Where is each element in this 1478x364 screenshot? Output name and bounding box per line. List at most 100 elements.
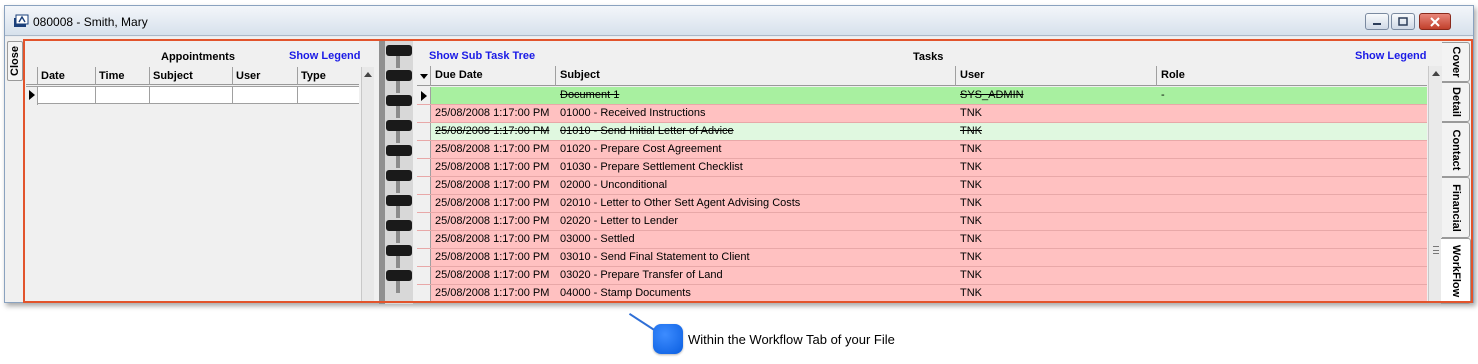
- task-user: SYS_ADMIN: [960, 89, 1024, 101]
- row-selector[interactable]: [417, 249, 431, 266]
- close-panel-tab[interactable]: Close: [7, 41, 23, 81]
- task-role: [1157, 249, 1427, 266]
- task-role: -: [1161, 89, 1165, 101]
- task-row[interactable]: 25/08/2008 1:17:00 PM 04000 - Stamp Docum…: [417, 285, 1427, 303]
- task-row[interactable]: 25/08/2008 1:17:00 PM 03010 - Send Final …: [417, 249, 1427, 267]
- task-user: TNK: [960, 215, 982, 227]
- row-selector[interactable]: [417, 87, 431, 104]
- task-role: [1157, 285, 1427, 302]
- tab-contact[interactable]: Contact: [1442, 122, 1470, 177]
- tab-cover[interactable]: Cover: [1442, 42, 1470, 82]
- task-due-date: 25/08/2008 1:17:00 PM: [435, 179, 550, 191]
- title-bar[interactable]: 080008 - Smith, Mary: [5, 6, 1473, 36]
- task-subject: 01030 - Prepare Settlement Checklist: [560, 161, 743, 173]
- task-row[interactable]: 25/08/2008 1:17:00 PM 01030 - Prepare Set…: [417, 159, 1427, 177]
- task-due-date: 25/08/2008 1:17:00 PM: [435, 197, 550, 209]
- appointments-header: Date Time Subject User Type: [26, 67, 359, 85]
- close-icon: [1430, 16, 1440, 27]
- cell-time[interactable]: [96, 87, 150, 103]
- close-tab-label: Close: [9, 46, 21, 76]
- minimize-button[interactable]: [1365, 13, 1389, 30]
- task-due-date: [431, 87, 556, 104]
- col-subject[interactable]: Subject: [556, 66, 956, 86]
- tasks-show-legend-link[interactable]: Show Legend: [1355, 50, 1427, 62]
- tab-label: Contact: [1449, 129, 1462, 170]
- appointments-show-legend-link[interactable]: Show Legend: [289, 50, 361, 62]
- row-selector[interactable]: [417, 123, 431, 140]
- callout-marker-icon: [653, 324, 683, 354]
- task-subject: 02020 - Letter to Lender: [560, 215, 679, 227]
- task-row[interactable]: Document 1 SYS_ADMIN -: [417, 87, 1427, 105]
- cell-user[interactable]: [233, 87, 298, 103]
- row-selector[interactable]: [417, 177, 431, 194]
- task-row[interactable]: 25/08/2008 1:17:00 PM 01010 - Send Initia…: [417, 123, 1427, 141]
- cell-subject[interactable]: [150, 87, 233, 103]
- task-user: TNK: [960, 107, 982, 119]
- window-title: 080008 - Smith, Mary: [33, 15, 148, 29]
- task-user: TNK: [960, 251, 982, 263]
- appointments-title: Appointments: [161, 51, 235, 63]
- task-role: [1157, 267, 1427, 284]
- appointments-scrollbar[interactable]: [361, 67, 374, 302]
- row-selector[interactable]: [417, 285, 431, 302]
- panel-splitter[interactable]: [379, 39, 413, 304]
- row-selector[interactable]: [417, 195, 431, 212]
- task-subject: 02000 - Unconditional: [560, 179, 668, 191]
- task-due-date: 25/08/2008 1:17:00 PM: [435, 107, 550, 119]
- task-row[interactable]: 25/08/2008 1:17:00 PM 01020 - Prepare Cos…: [417, 141, 1427, 159]
- row-selector[interactable]: [417, 267, 431, 284]
- row-selector[interactable]: [417, 159, 431, 176]
- maximize-button[interactable]: [1391, 13, 1415, 30]
- task-role: [1157, 159, 1427, 176]
- spiral-ring-icon: [386, 170, 412, 193]
- row-selector[interactable]: [417, 231, 431, 248]
- task-row[interactable]: 25/08/2008 1:17:00 PM 02010 - Letter to O…: [417, 195, 1427, 213]
- col-user[interactable]: User: [956, 66, 1157, 86]
- close-window-button[interactable]: [1419, 13, 1451, 30]
- task-row[interactable]: 25/08/2008 1:17:00 PM 03000 - Settled TNK: [417, 231, 1427, 249]
- task-row[interactable]: 25/08/2008 1:17:00 PM 02000 - Uncondition…: [417, 177, 1427, 195]
- scroll-up-icon[interactable]: [1431, 71, 1440, 76]
- task-subject: 03000 - Settled: [560, 233, 635, 245]
- tab-workflow[interactable]: WorkFlow: [1441, 238, 1471, 304]
- sort-down-icon: [420, 74, 428, 79]
- row-selector[interactable]: [417, 213, 431, 230]
- task-role: [1157, 105, 1427, 122]
- scroll-up-icon[interactable]: [364, 72, 372, 77]
- col-due-date[interactable]: Due Date: [431, 66, 556, 86]
- col-subject[interactable]: Subject: [150, 67, 233, 85]
- show-sub-task-tree-link[interactable]: Show Sub Task Tree: [429, 50, 535, 62]
- task-role: [1157, 195, 1427, 212]
- tasks-header: Due Date Subject User Role: [417, 66, 1427, 86]
- tab-detail[interactable]: Detail: [1442, 82, 1470, 122]
- current-row-pointer-icon: [421, 91, 427, 101]
- tab-financial[interactable]: Financial: [1442, 177, 1470, 238]
- task-due-date: 25/08/2008 1:17:00 PM: [435, 161, 550, 173]
- tasks-rows: Document 1 SYS_ADMIN - 25/08/2008 1:17:00 P…: [417, 87, 1427, 303]
- scroll-grip-icon[interactable]: [1433, 246, 1439, 254]
- appointments-new-row[interactable]: [26, 86, 359, 105]
- tasks-sort-toggle[interactable]: [417, 66, 431, 86]
- task-user: TNK: [960, 179, 982, 191]
- task-row[interactable]: 25/08/2008 1:17:00 PM 02020 - Letter to L…: [417, 213, 1427, 231]
- row-selector[interactable]: [417, 141, 431, 158]
- col-date[interactable]: Date: [38, 67, 96, 85]
- task-user: TNK: [960, 233, 982, 245]
- appointments-panel: Appointments Show Legend Date Time Subje…: [26, 42, 374, 302]
- cell-date[interactable]: [38, 87, 96, 103]
- task-subject: 03010 - Send Final Statement to Client: [560, 251, 750, 263]
- current-row-pointer-icon: [29, 90, 35, 100]
- col-user[interactable]: User: [233, 67, 298, 85]
- task-row[interactable]: 25/08/2008 1:17:00 PM 01000 - Received In…: [417, 105, 1427, 123]
- task-row[interactable]: 25/08/2008 1:17:00 PM 03020 - Prepare Tra…: [417, 267, 1427, 285]
- col-time[interactable]: Time: [96, 67, 150, 85]
- col-type[interactable]: Type: [298, 67, 359, 85]
- tasks-scrollbar[interactable]: [1428, 66, 1442, 303]
- col-role[interactable]: Role: [1157, 66, 1427, 86]
- row-selector: [26, 87, 38, 105]
- row-selector[interactable]: [417, 105, 431, 122]
- task-user: TNK: [960, 269, 982, 281]
- cell-type[interactable]: [298, 87, 359, 103]
- tab-label: Cover: [1449, 46, 1462, 78]
- task-subject: 01000 - Received Instructions: [560, 107, 706, 119]
